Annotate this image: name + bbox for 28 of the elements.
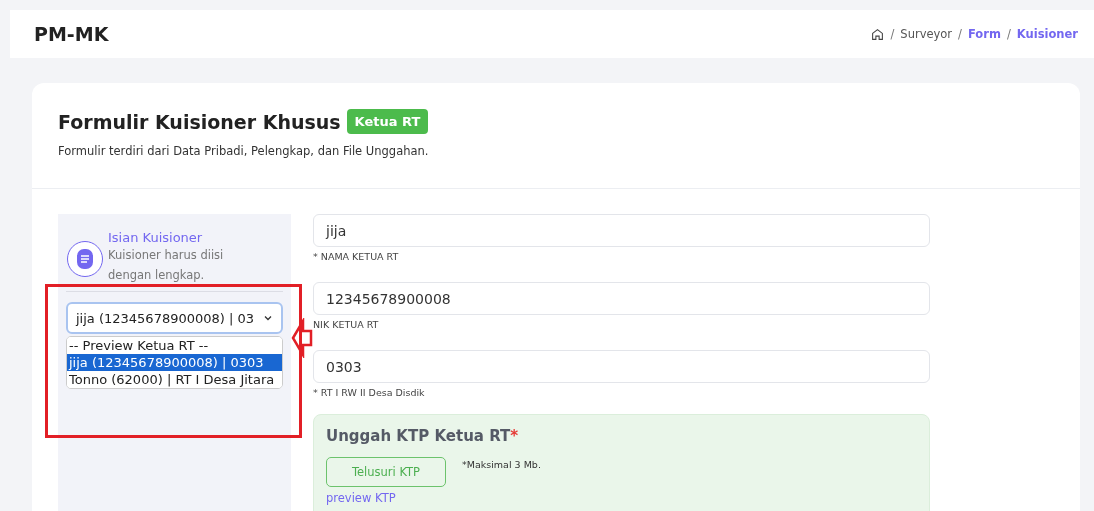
annotation-arrow (291, 318, 313, 358)
role-badge: Ketua RT (346, 109, 429, 134)
field-label: * RT I RW II Desa Disdik (313, 387, 426, 398)
sidebar-description: Kuisioner harus diisi dengan lengkap. (108, 247, 225, 284)
breadcrumb-link[interactable]: Surveyor (900, 27, 953, 41)
size-note: *Maksimal 3 Mb. (462, 459, 541, 470)
form-subtitle: Formulir terdiri dari Data Pribadi, Pelengkap, dan File Unggahan. (58, 144, 430, 158)
field-label: NIK KETUA RT (313, 319, 380, 330)
breadcrumb-link[interactable]: Form (968, 27, 1001, 41)
text-field[interactable]: 12345678900008 (313, 282, 930, 315)
breadcrumb-link[interactable]: Kuisioner (1016, 27, 1078, 41)
text-field[interactable]: 0303 (313, 350, 930, 383)
brand-title: PM-MK (34, 23, 109, 45)
home-icon[interactable] (871, 27, 885, 41)
breadcrumb-separator: / (890, 27, 895, 41)
text-field[interactable]: jija (313, 214, 930, 247)
dropdown-option[interactable]: jija (12345678900008) | 0303 (67, 354, 282, 371)
upload-title: Unggah KTP Ketua RT* (326, 427, 520, 445)
chevron-down-icon (263, 313, 273, 323)
breadcrumb-separator: / (1006, 27, 1011, 41)
document-icon (66, 240, 104, 278)
breadcrumb-separator: / (958, 27, 962, 41)
sidebar-title: Isian Kuisioner (108, 230, 204, 245)
preview-link[interactable]: preview KTP (326, 491, 396, 505)
dropdown-option[interactable]: Tonno (62000) | RT I Desa Jitara (67, 371, 282, 388)
field-label: * NAMA KETUA RT (313, 251, 400, 262)
ketua-select[interactable]: jija (12345678900008) | 03 (66, 302, 283, 334)
form-title: Formulir Kuisioner Khusus (58, 110, 341, 133)
